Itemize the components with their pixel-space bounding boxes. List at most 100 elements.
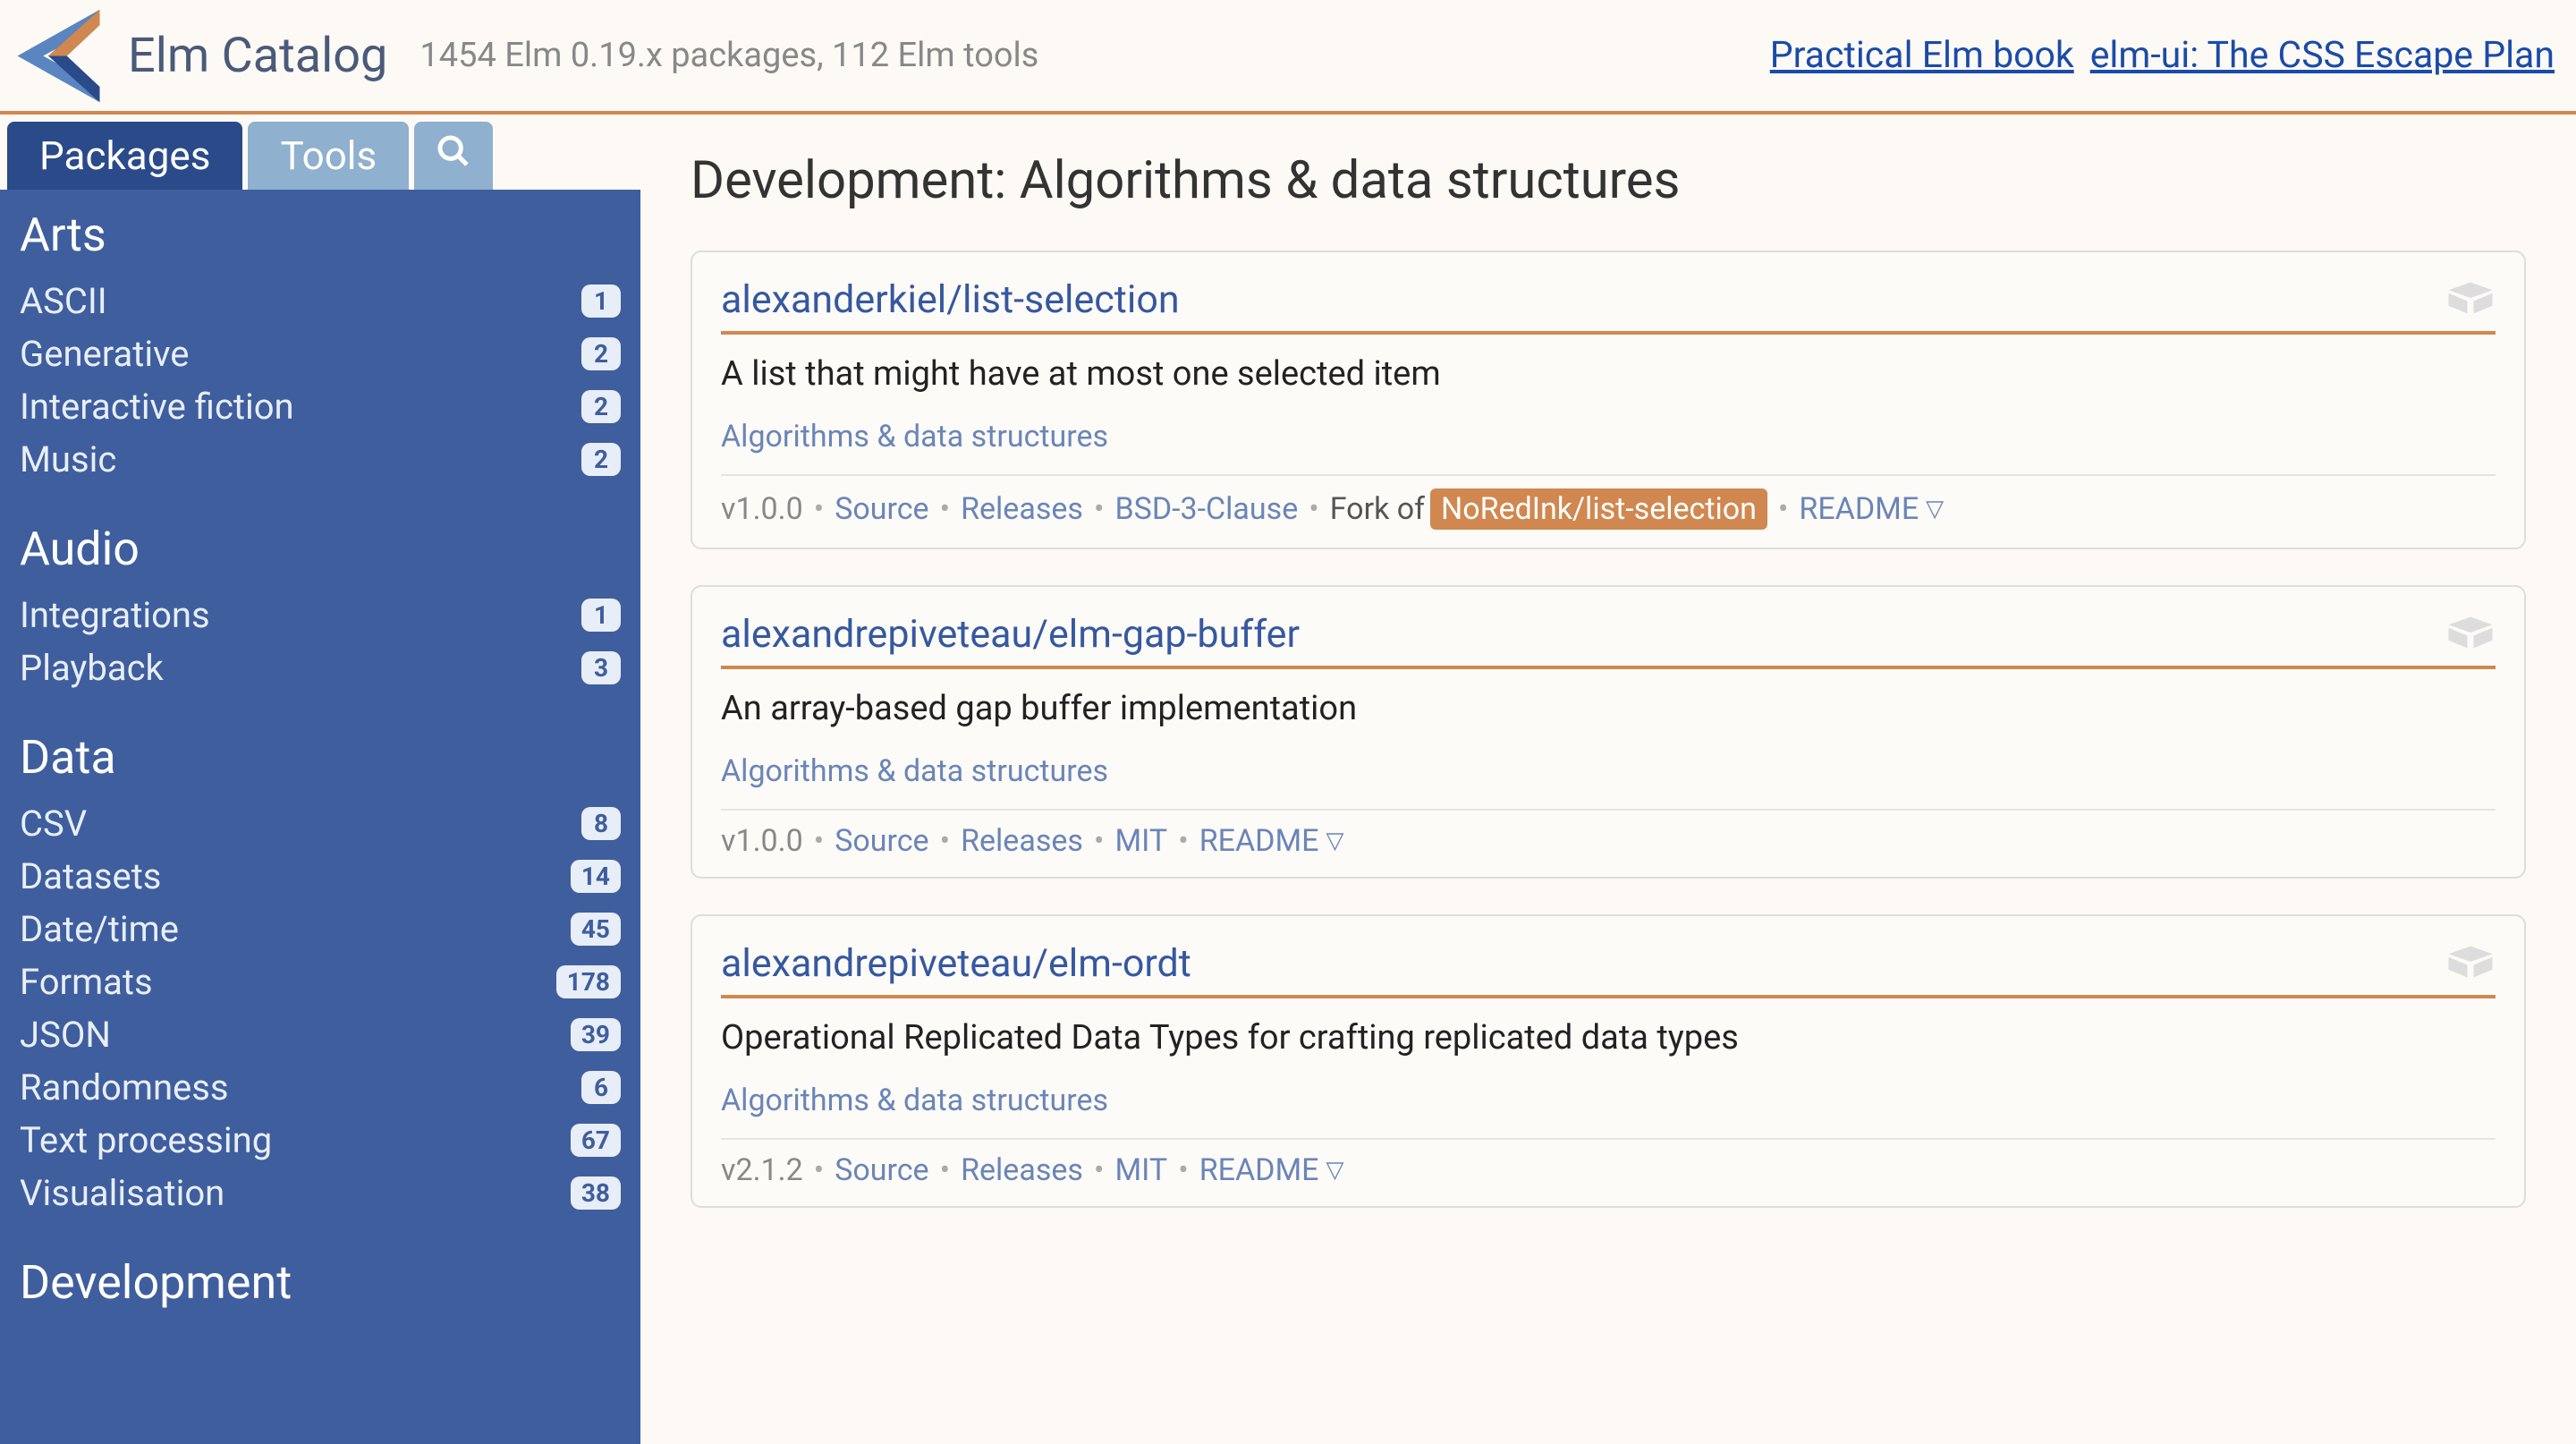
meta-separator: • [1178,1152,1188,1188]
package-header: alexandrepiveteau/elm-gap-buffer [721,612,2496,669]
package-tags: Algorithms & data structures [721,753,2496,789]
package-box-icon [2445,613,2496,656]
sidebar-item-label: Formats [20,961,153,1003]
count-badge: 2 [581,443,621,476]
meta-separator: • [814,823,824,859]
meta-separator: • [814,491,824,527]
package-tags: Algorithms & data structures [721,1083,2496,1118]
expand-icon[interactable]: ▽ [1326,1157,1343,1184]
count-badge: 14 [571,860,621,893]
license-link[interactable]: BSD-3-Clause [1114,491,1298,527]
package-card: alexandrepiveteau/elm-gap-buffer An array… [691,585,2526,879]
package-description: An array-based gap buffer implementation [721,689,2496,728]
expand-icon[interactable]: ▽ [1326,828,1343,854]
count-badge: 67 [571,1124,621,1157]
sidebar: Packages Tools ArtsASCII1Generative2Inte… [0,115,640,1444]
sidebar-item[interactable]: Randomness6 [20,1061,621,1114]
package-tag-link[interactable]: Algorithms & data structures [721,1083,1108,1118]
package-tags: Algorithms & data structures [721,419,2496,454]
sidebar-item[interactable]: Playback 3 [20,641,621,694]
sidebar-item[interactable]: CSV 8 [20,797,621,850]
sidebar-item-label: Interactive fiction [20,386,294,428]
sidebar-item-label: Playback [20,647,164,689]
count-badge: 39 [571,1018,621,1051]
expand-icon[interactable]: ▽ [1926,496,1944,522]
count-badge: 1 [581,599,621,632]
package-version: v1.0.0 [721,823,803,859]
tab-packages[interactable]: Packages [7,122,242,190]
link-practical-elm[interactable]: Practical Elm book [1770,34,2074,77]
package-name-link[interactable]: alexandrepiveteau/elm-gap-buffer [721,612,1300,657]
package-description: A list that might have at most one selec… [721,354,2496,394]
sidebar-item[interactable]: Integrations1 [20,589,621,641]
sidebar-item[interactable]: Generative2 [20,327,621,380]
package-name-link[interactable]: alexanderkiel/list-selection [721,277,1180,322]
main-content: Development: Algorithms & data structure… [640,115,2576,1444]
count-badge: 38 [571,1176,621,1210]
sidebar-item-label: JSON [20,1014,111,1056]
sidebar-item[interactable]: Date/time 45 [20,903,621,956]
package-card: alexanderkiel/list-selection A list that … [691,251,2526,549]
count-badge: 6 [581,1071,621,1104]
sidebar-item-label: Visualisation [20,1172,225,1214]
sidebar-item[interactable]: Visualisation 38 [20,1167,621,1219]
sidebar-item[interactable]: JSON 39 [20,1008,621,1061]
meta-separator: • [940,1152,950,1188]
meta-separator: • [940,491,950,527]
tab-search[interactable] [414,122,493,190]
sidebar-item-label: Date/time [20,908,179,950]
source-link[interactable]: Source [835,491,928,527]
sidebar-item[interactable]: Formats178 [20,956,621,1008]
count-badge: 3 [581,651,621,684]
sidebar-item-label: Text processing [20,1119,272,1161]
count-badge: 8 [581,807,621,840]
package-tag-link[interactable]: Algorithms & data structures [721,753,1108,789]
releases-link[interactable]: Releases [961,823,1083,859]
count-badge: 45 [571,913,621,946]
readme-link[interactable]: README [1199,823,1319,859]
sidebar-item[interactable]: Datasets14 [20,850,621,903]
package-card: alexandrepiveteau/elm-ordt Operational Re… [691,914,2526,1208]
site-title[interactable]: Elm Catalog [128,28,387,84]
sidebar-item[interactable]: Text processing 67 [20,1114,621,1167]
license-link[interactable]: MIT [1114,823,1167,859]
category-title[interactable]: Arts [20,208,621,262]
sidebar-item-label: CSV [20,803,87,845]
license-link[interactable]: MIT [1114,1152,1167,1188]
count-badge: 1 [581,285,621,318]
category-title[interactable]: Data [20,730,621,785]
category-title[interactable]: Audio [20,522,621,576]
sidebar-item[interactable]: Interactive fiction2 [20,380,621,433]
releases-link[interactable]: Releases [961,491,1083,527]
link-elm-ui[interactable]: elm-ui: The CSS Escape Plan [2090,34,2555,77]
tab-tools[interactable]: Tools [248,122,409,190]
sidebar-item[interactable]: Music2 [20,433,621,486]
category-group: Development [20,1255,621,1310]
releases-link[interactable]: Releases [961,1152,1083,1188]
package-header: alexanderkiel/list-selection [721,277,2496,335]
site-header: Elm Catalog 1454 Elm 0.19.x packages, 11… [0,0,2576,115]
count-badge: 2 [581,337,621,370]
sidebar-item-label: ASCII [20,280,107,322]
readme-link[interactable]: README [1199,1152,1319,1188]
source-link[interactable]: Source [835,823,928,859]
package-meta: v1.0.0 • Source • Releases • MIT • README ▽ [721,809,2496,859]
package-meta: v2.1.2•Source•Releases•MIT•README▽ [721,1138,2496,1188]
package-name-link[interactable]: alexandrepiveteau/elm-ordt [721,941,1191,986]
fork-badge[interactable]: NoRedInk/list-selection [1430,488,1767,530]
source-link[interactable]: Source [835,1152,928,1188]
category-title[interactable]: Development [20,1255,621,1310]
sidebar-item[interactable]: ASCII 1 [20,275,621,327]
meta-separator: • [1309,491,1318,527]
meta-separator: • [1094,823,1104,859]
readme-link[interactable]: README [1799,491,1919,527]
package-tag-link[interactable]: Algorithms & data structures [721,419,1108,454]
package-version: v1.0.0 [721,491,803,527]
search-icon [436,132,471,179]
meta-separator: • [940,823,950,859]
meta-separator: • [1094,1152,1104,1188]
meta-separator: • [1178,823,1188,859]
package-header: alexandrepiveteau/elm-ordt [721,941,2496,998]
site-logo[interactable] [7,4,110,107]
package-description: Operational Replicated Data Types for cr… [721,1018,2496,1058]
